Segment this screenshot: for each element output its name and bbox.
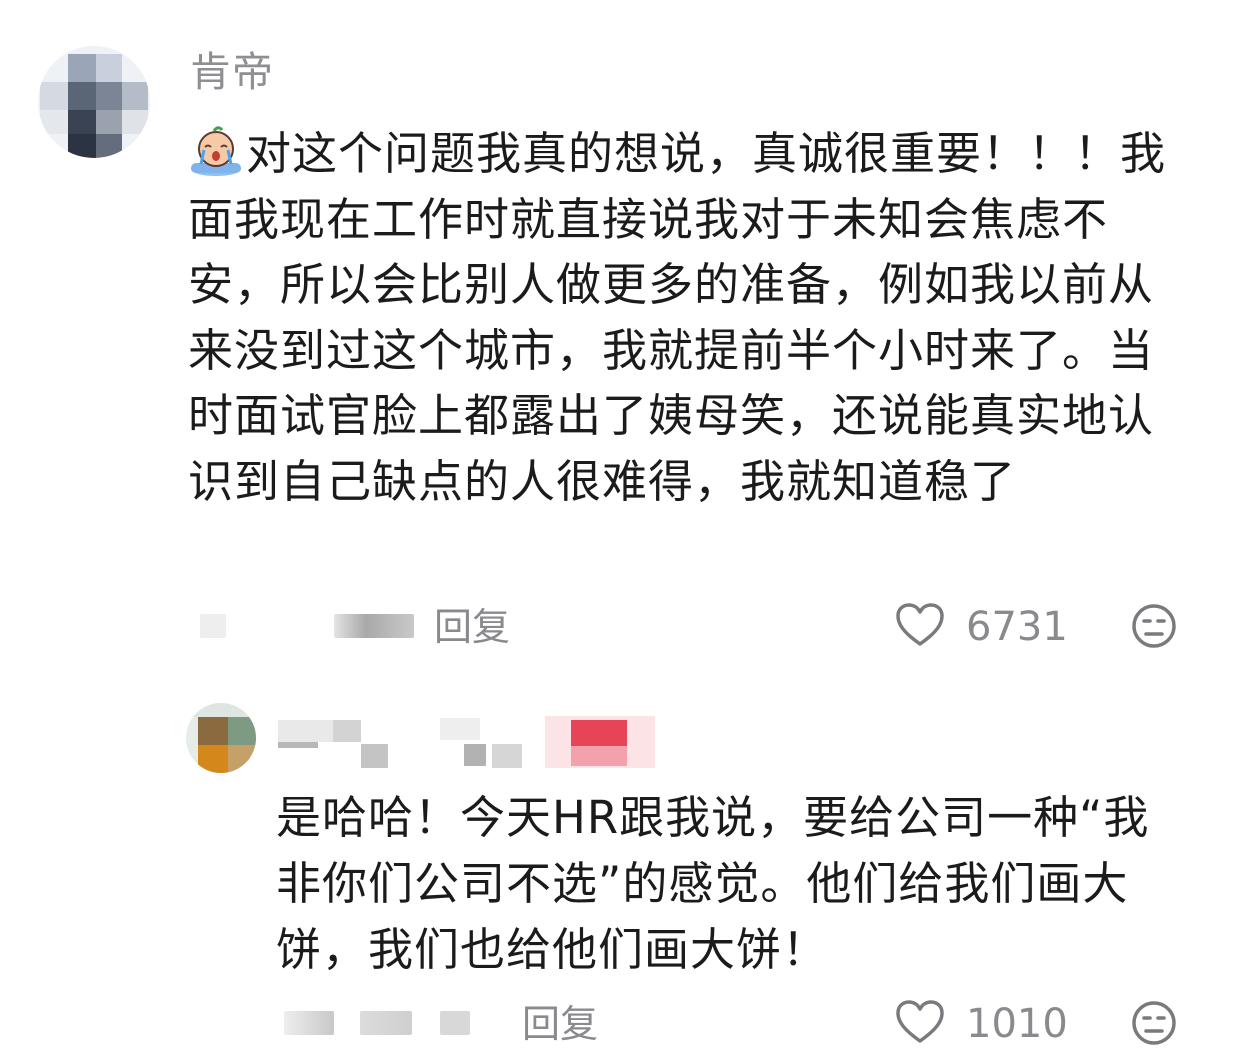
crying-face-emoji	[191, 126, 241, 176]
comment-text-block: 对这个问题我真的想说，真诚很重要！！！我面我现在工作时就直接说我对于未知会焦虑不…	[188, 121, 1173, 514]
reply-like-count: 1010	[966, 1001, 1068, 1047]
comment-location-blurred	[334, 614, 414, 638]
heart-outline-icon[interactable]	[895, 602, 945, 648]
comment-date-blurred	[200, 614, 226, 638]
reply-text: 是哈哈！今天HR跟我说，要给公司一种“我非你们公司不选”的感觉。他们给我们画大饼…	[276, 791, 1150, 976]
comment-meta-row: 回复 6731	[0, 597, 1252, 657]
reply-location-blurred-2	[440, 1011, 470, 1035]
heart-outline-icon[interactable]	[895, 999, 945, 1045]
comment-text: 对这个问题我真的想说，真诚很重要！！！我面我现在工作时就直接说我对于未知会焦虑不…	[188, 127, 1167, 508]
reply-button[interactable]: 回复	[434, 599, 510, 655]
like-count: 6731	[966, 604, 1068, 650]
reply-avatar[interactable]	[186, 703, 256, 773]
reply-location-blurred	[360, 1011, 412, 1035]
meh-face-icon[interactable]	[1130, 602, 1178, 650]
reply-date-blurred	[284, 1011, 334, 1035]
reply-reply-button[interactable]: 回复	[522, 996, 598, 1052]
reply-badge-blurred	[545, 716, 655, 768]
reply-username-blurred[interactable]	[278, 716, 388, 768]
reply-username-blurred-2	[440, 716, 525, 768]
commenter-username[interactable]: 肯帝	[190, 44, 274, 100]
commenter-avatar[interactable]	[38, 46, 150, 158]
reply-meta-row: 回复 1010	[0, 994, 1252, 1054]
meh-face-icon[interactable]	[1130, 999, 1178, 1047]
